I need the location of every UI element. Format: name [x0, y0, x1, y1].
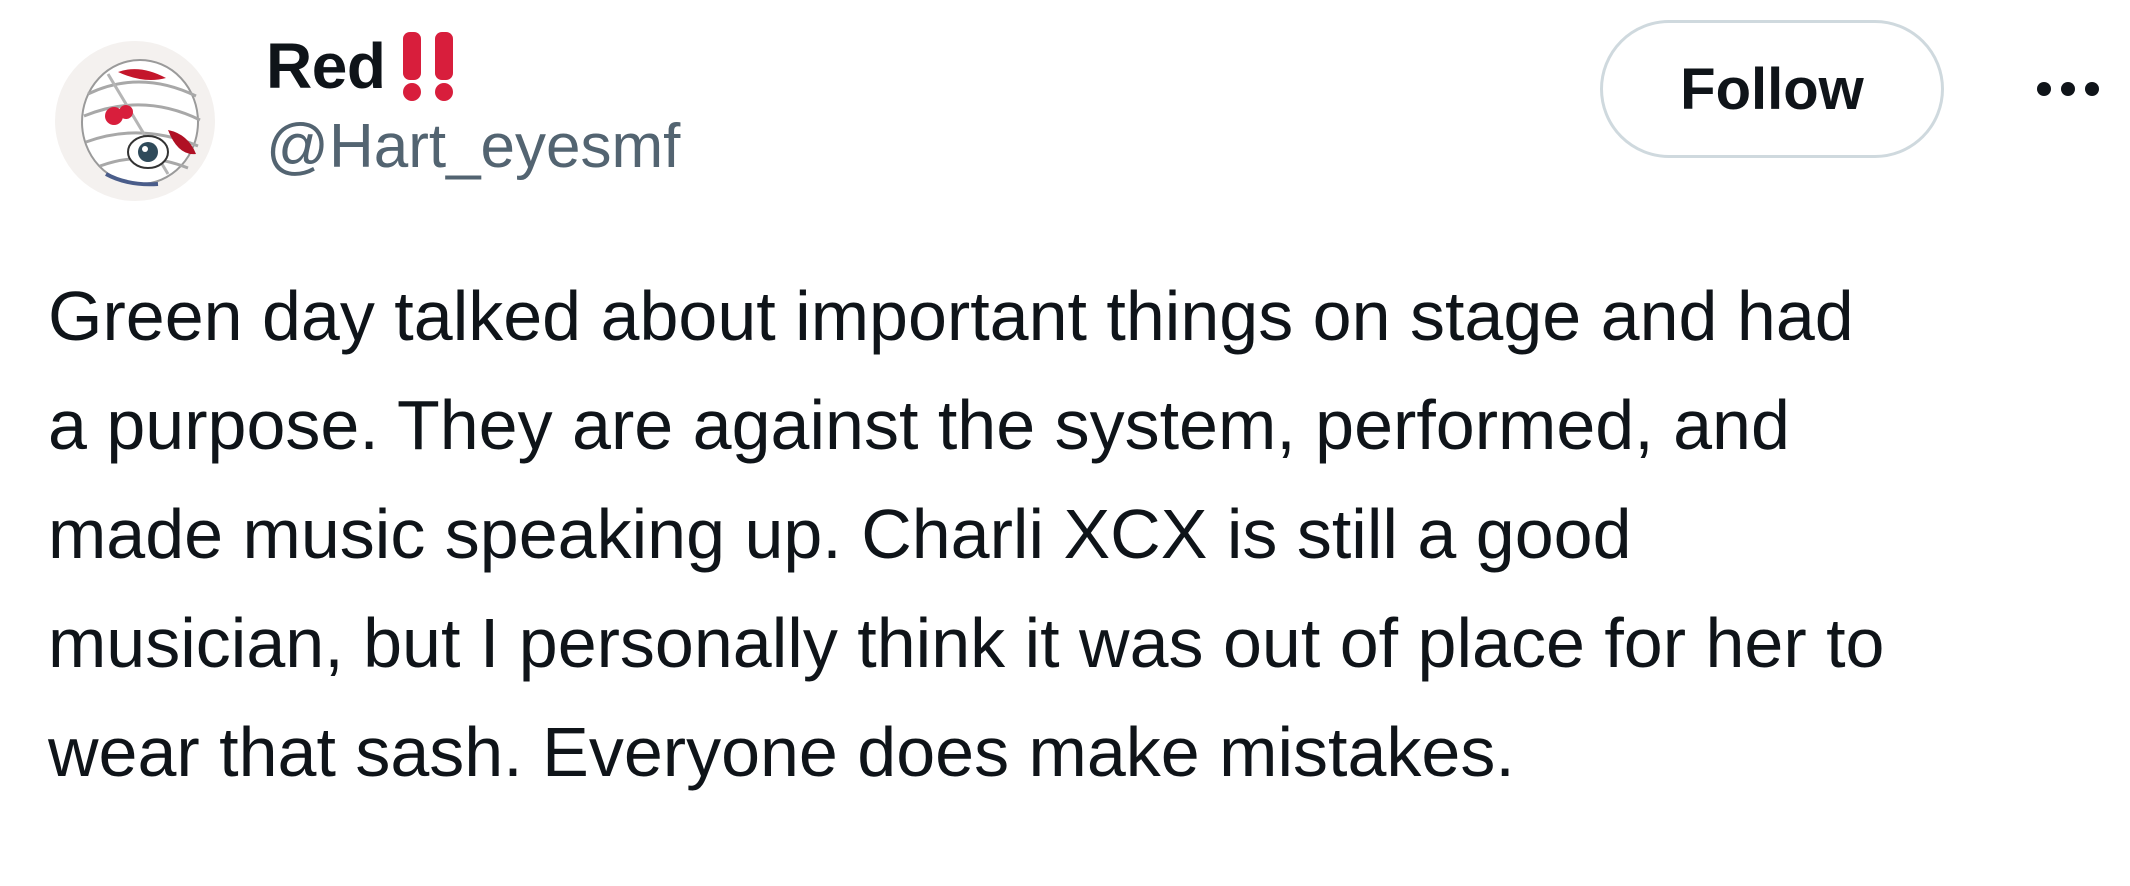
user-handle[interactable]: @Hart_eyesmf — [266, 108, 680, 186]
user-avatar[interactable] — [48, 34, 222, 208]
author-info: Red @Hart_eyesmf — [266, 28, 680, 186]
tweet-text: Green day talked about important things … — [48, 262, 2108, 807]
follow-button[interactable]: Follow — [1600, 20, 1944, 158]
ellipsis-icon — [2037, 82, 2099, 96]
tweet-text-line: Green day talked about important things … — [48, 277, 1854, 355]
double-exclamation-emoji-icon — [395, 30, 463, 102]
tweet-text-line: wear that sash. Everyone does make mista… — [48, 713, 1515, 791]
tweet-card: Red @Hart_eyesmf Follow Green day talked… — [0, 0, 2130, 886]
tweet-text-line: made music speaking up. Charli XCX is st… — [48, 495, 1632, 573]
display-name-row[interactable]: Red — [266, 28, 680, 104]
display-name[interactable]: Red — [266, 28, 386, 104]
more-options-button[interactable] — [2028, 64, 2108, 114]
tweet-text-line: a purpose. They are against the system, … — [48, 386, 1790, 464]
avatar-image — [55, 41, 215, 201]
tweet-text-line: musician, but I personally think it was … — [48, 604, 1885, 682]
